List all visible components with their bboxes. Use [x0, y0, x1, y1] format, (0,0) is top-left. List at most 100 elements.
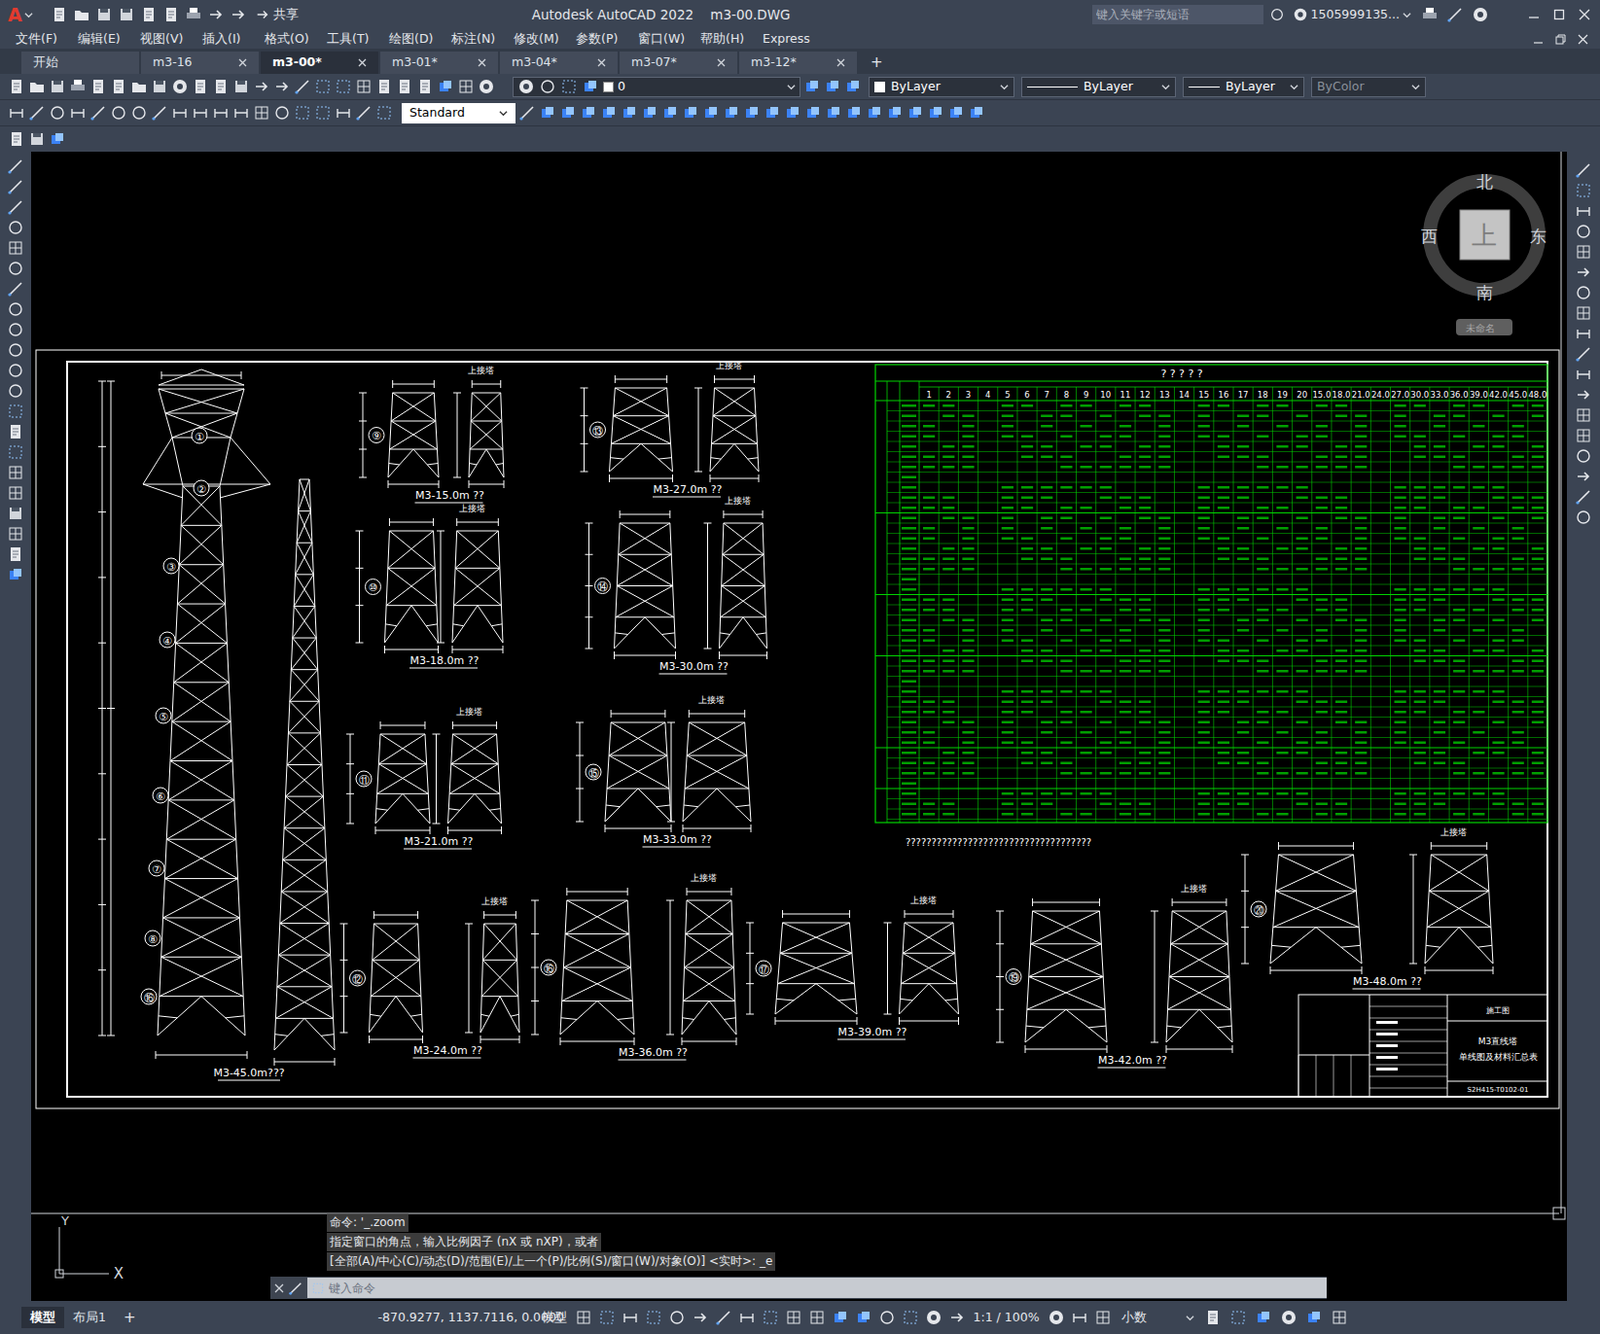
tool-icon[interactable] [901, 1309, 920, 1327]
tower-section[interactable]: ⑭上接塔M3-30.0m ?? [585, 496, 768, 675]
tool-icon[interactable] [28, 130, 46, 148]
tool-icon[interactable] [738, 1309, 756, 1327]
close-tab-icon[interactable] [357, 58, 367, 68]
tool-icon[interactable] [6, 443, 25, 462]
search-input[interactable] [1096, 5, 1260, 24]
tool-icon[interactable] [212, 104, 230, 122]
tool-icon[interactable] [6, 239, 25, 257]
new-tab-button[interactable]: + [858, 51, 895, 74]
tower-section[interactable]: ⑯上接塔M3-36.0m ?? [531, 873, 737, 1061]
tool-icon[interactable] [1280, 1309, 1298, 1327]
tool-icon[interactable] [314, 104, 332, 122]
tool-icon[interactable] [1229, 1309, 1247, 1327]
tool-icon[interactable] [7, 77, 26, 96]
view-cube[interactable]: 上北南西东未命名 [1421, 172, 1547, 336]
ucs-icon[interactable]: YX [55, 1213, 124, 1283]
menu-item[interactable]: 参数(P) [575, 30, 639, 49]
main-tower[interactable]: ①②③④⑤⑥⑦⑧⑯M3-45.0m??? [98, 369, 285, 1081]
tool-icon[interactable] [6, 423, 25, 441]
tool-icon[interactable] [518, 104, 536, 122]
user-account[interactable]: 1505999135... [1292, 5, 1412, 25]
tool-icon[interactable] [293, 77, 312, 96]
tool-icon[interactable] [69, 77, 87, 96]
tool-icon[interactable] [457, 77, 475, 96]
tool-icon[interactable] [162, 5, 180, 24]
tool-icon[interactable] [808, 1309, 826, 1327]
tool-icon[interactable] [252, 104, 271, 122]
tool-icon[interactable] [6, 566, 25, 584]
tower-section[interactable]: ⑲上接塔M3-42.0m ?? [995, 884, 1233, 1068]
tool-icon[interactable] [926, 104, 945, 122]
tower-section[interactable]: ⑮上接塔M3-33.0m ?? [575, 695, 751, 848]
tool-icon[interactable] [538, 104, 557, 122]
tool-icon[interactable] [273, 104, 291, 122]
menu-item[interactable]: 插入(I) [202, 30, 265, 49]
tool-icon[interactable] [232, 77, 250, 96]
tool-icon[interactable] [6, 504, 25, 523]
add-layout-button[interactable]: + [114, 1307, 145, 1330]
tool-icon[interactable] [1574, 426, 1593, 445]
tool-icon[interactable] [1574, 284, 1593, 302]
tool-icon[interactable] [845, 104, 863, 122]
tool-icon[interactable] [50, 5, 69, 24]
tool-icon[interactable] [436, 77, 455, 96]
share-button[interactable]: 共享 [254, 4, 299, 25]
tool-icon[interactable] [6, 525, 25, 543]
tool-icon[interactable] [1574, 324, 1593, 343]
app-logo[interactable]: A [0, 0, 25, 30]
tool-icon[interactable] [1421, 5, 1439, 24]
side-view-tower[interactable] [274, 479, 335, 1067]
tool-icon[interactable] [784, 1309, 803, 1327]
tool-icon[interactable] [947, 104, 965, 122]
close-tab-icon[interactable] [238, 58, 248, 68]
menu-item[interactable]: 文件(F) [15, 30, 78, 49]
tool-icon[interactable] [6, 198, 25, 216]
tool-icon[interactable] [1047, 1309, 1066, 1327]
model-space-toggle[interactable]: 模型 [533, 1309, 575, 1328]
tool-icon[interactable] [621, 1309, 640, 1327]
caret-icon[interactable] [1161, 82, 1171, 92]
property-dropdown[interactable]: ByColor [1311, 76, 1426, 98]
tool-icon[interactable] [95, 5, 113, 24]
tool-icon[interactable] [574, 1309, 593, 1327]
tool-icon[interactable] [6, 157, 25, 176]
tool-icon[interactable] [314, 77, 332, 96]
tool-icon[interactable] [743, 104, 761, 122]
file-tab[interactable]: 开始 [21, 51, 140, 74]
paper-frame[interactable] [31, 151, 1565, 1220]
tool-icon[interactable] [150, 77, 169, 96]
tool-icon[interactable] [191, 77, 210, 96]
caret-icon[interactable] [786, 82, 796, 92]
file-tab[interactable]: m3-12* [739, 51, 857, 74]
user-icon[interactable] [1292, 6, 1309, 23]
tower-section[interactable]: ⑰上接塔M3-39.0m ?? [746, 895, 960, 1040]
tool-icon[interactable] [761, 1309, 780, 1327]
tower-section[interactable]: ⑳上接塔M3-48.0m ?? [1241, 827, 1494, 990]
property-dropdown[interactable]: ByLayer [868, 76, 1015, 98]
tool-icon[interactable] [72, 5, 91, 24]
tool-icon[interactable] [171, 104, 189, 122]
tool-icon[interactable] [581, 77, 600, 96]
tool-icon[interactable] [1574, 386, 1593, 404]
tool-icon[interactable] [6, 218, 25, 237]
menu-item[interactable]: 格式(O) [264, 30, 327, 49]
tool-icon[interactable] [191, 104, 210, 122]
tool-icon[interactable] [824, 104, 843, 122]
property-dropdown[interactable]: ByLayer [1021, 76, 1176, 98]
tool-icon[interactable] [1471, 5, 1490, 24]
tool-icon[interactable] [844, 77, 862, 96]
tool-icon[interactable] [1070, 1309, 1089, 1327]
send-icon[interactable] [254, 6, 271, 23]
tool-icon[interactable] [1574, 181, 1593, 200]
tool-icon[interactable] [661, 104, 679, 122]
caret-icon[interactable] [999, 82, 1009, 92]
close-tab-icon[interactable] [477, 58, 487, 68]
tool-icon[interactable] [948, 1309, 966, 1327]
caret-icon[interactable] [1402, 10, 1412, 20]
menu-item[interactable]: 窗口(W) [638, 30, 701, 49]
tool-icon[interactable] [1574, 508, 1593, 527]
prompt-icon[interactable] [311, 1281, 325, 1296]
tool-icon[interactable] [355, 104, 373, 122]
command-input-box[interactable] [307, 1278, 1327, 1299]
tower-section[interactable]: ⑪上接塔M3-21.0m ?? [346, 707, 502, 850]
